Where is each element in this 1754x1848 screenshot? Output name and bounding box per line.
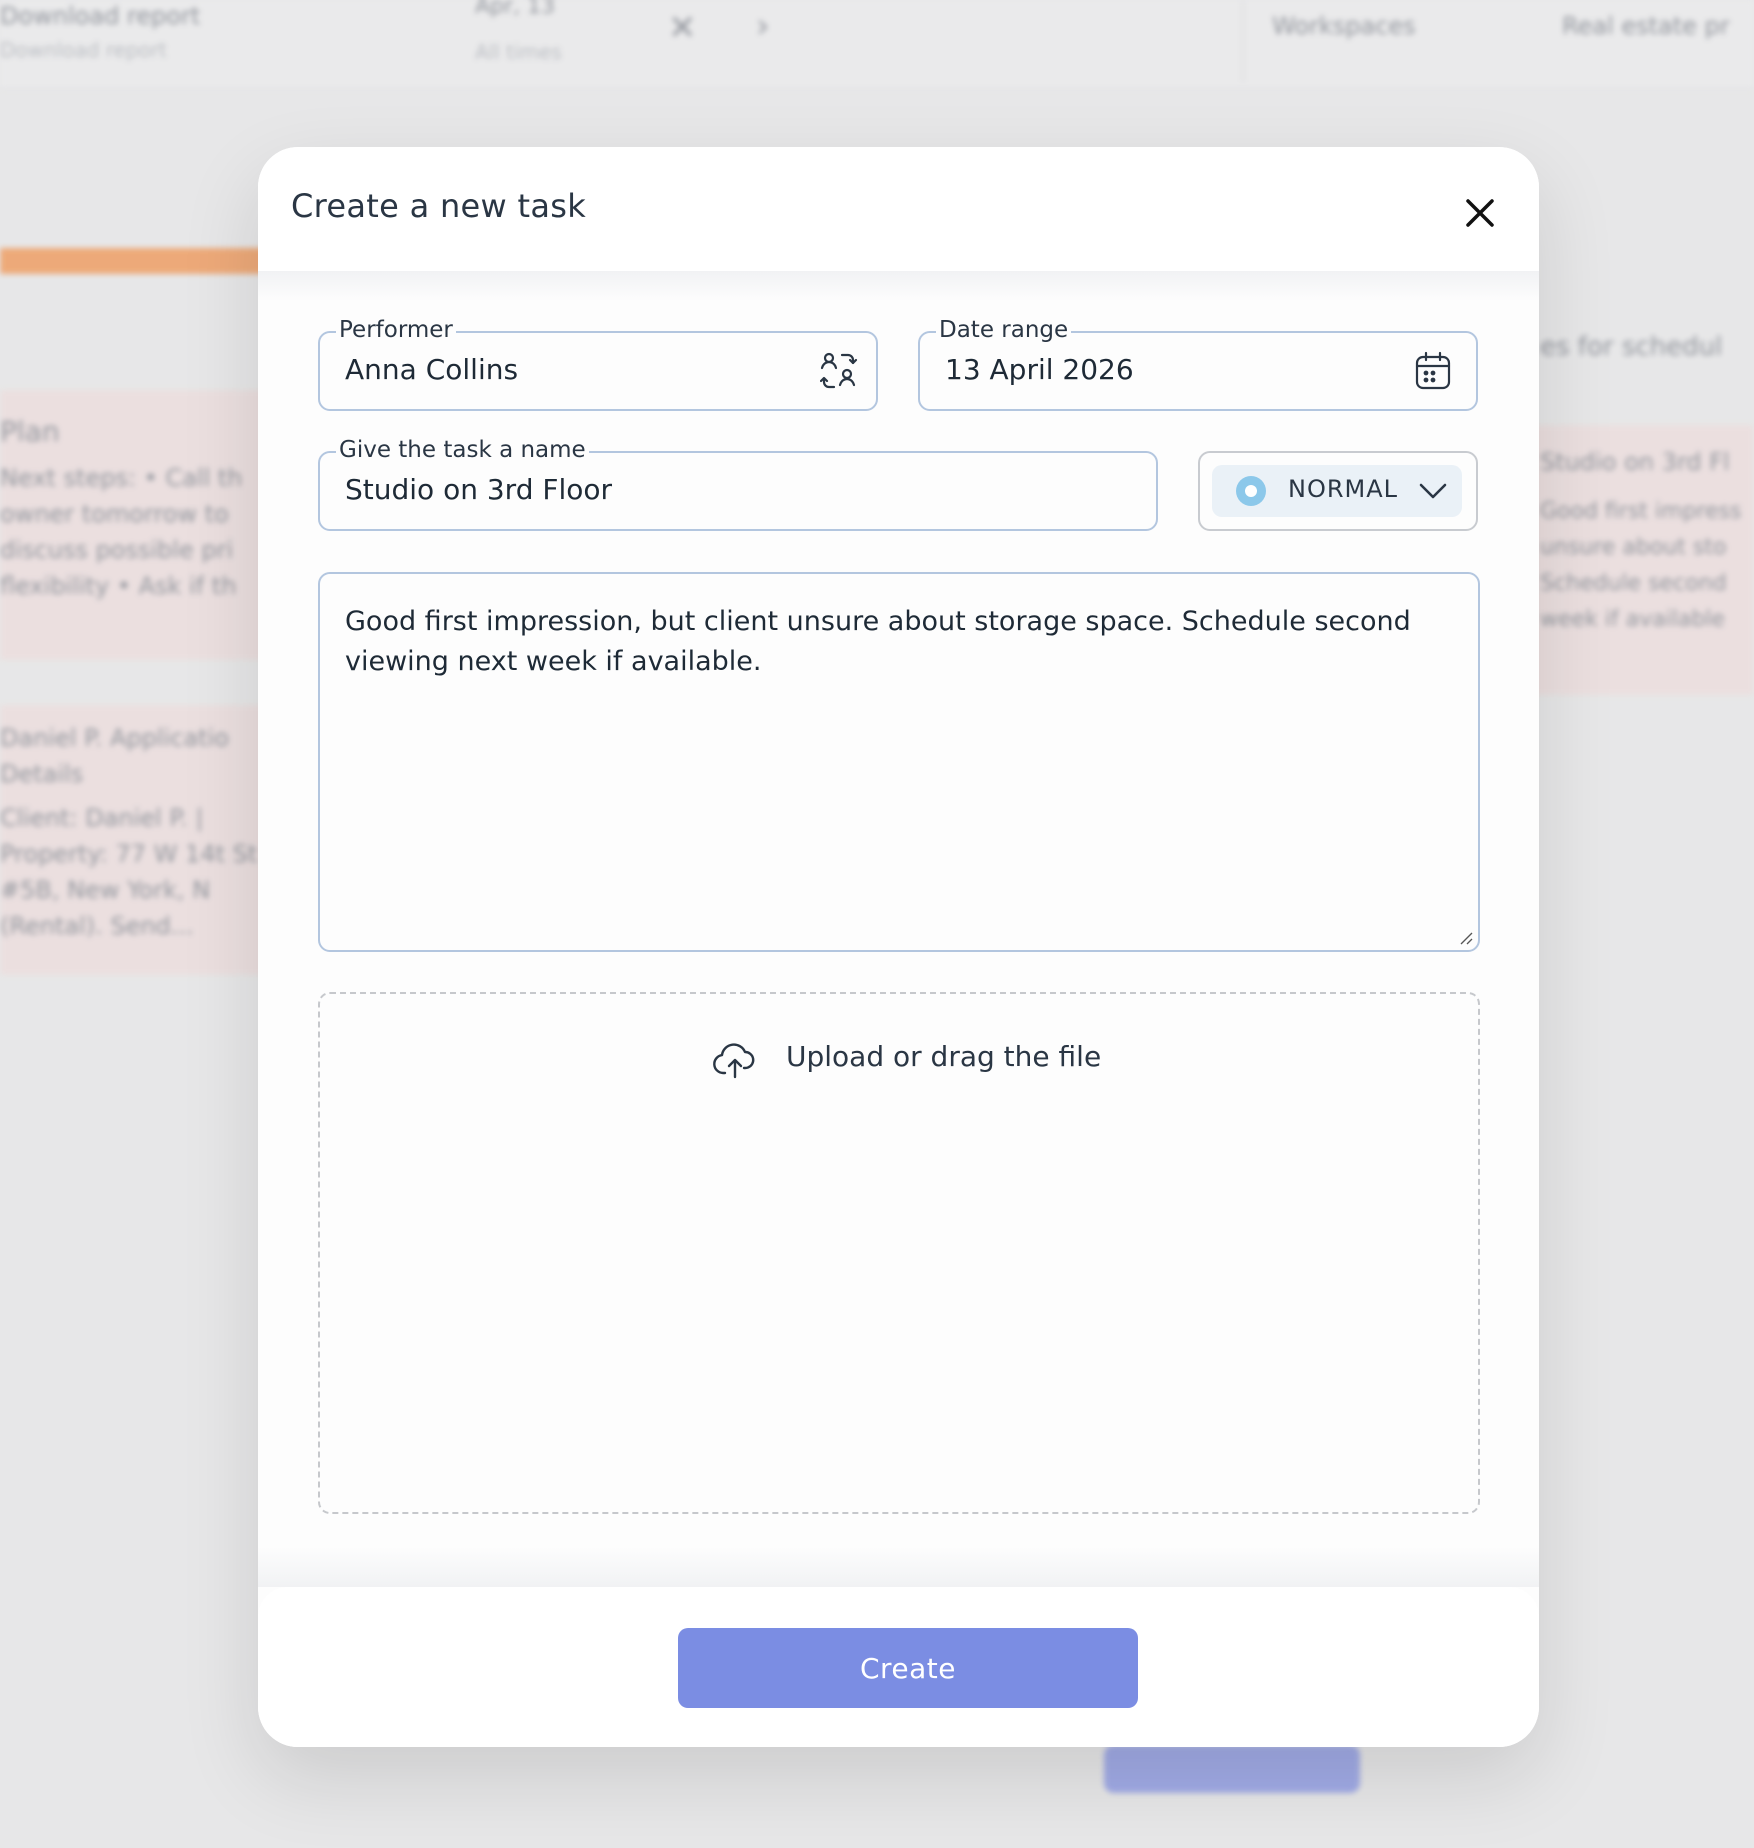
calendar-icon[interactable] [1414,351,1452,395]
description-textarea[interactable]: Good first impression, but client unsure… [318,572,1480,952]
modal-header: Create a new task [258,147,1539,271]
bg-workspaces: Workspaces [1272,12,1416,40]
bg-card-text: Client: Daniel P. | Property: 77 W 14t S… [0,804,258,940]
bg-date: Apr, 13 [475,0,556,19]
bg-card-title: Daniel P. Applicatio Details [0,724,230,788]
bg-hint: es for schedul [1540,332,1723,362]
cloud-upload-icon [713,1043,755,1079]
bg-report-subtitle: Download report [0,38,167,62]
description-text: Good first impression, but client unsure… [345,606,1411,677]
chevron-down-icon [1419,483,1447,499]
priority-select[interactable]: NORMAL [1198,451,1478,531]
performer-value: Anna Collins [345,353,519,386]
create-button[interactable]: Create [678,1628,1138,1708]
performer-label: Performer [336,316,456,344]
bg-realestate: Real estate pr [1562,12,1730,40]
priority-badge: NORMAL [1212,465,1462,517]
swap-users-icon[interactable] [819,351,858,395]
header-shadow [258,271,1539,301]
modal-title: Create a new task [291,187,587,225]
close-button[interactable] [1458,191,1502,235]
bg-progress-bar [0,248,270,274]
date-range-label: Date range [936,316,1072,344]
create-task-modal: Create a new task Performer Anna Collins… [258,147,1539,1747]
background-topbar [0,0,1754,89]
close-icon [1466,199,1494,227]
bg-chevron-icon: › [756,6,770,46]
bg-button [1104,1745,1360,1793]
file-upload-dropzone[interactable]: Upload or drag the file [318,992,1480,1514]
upload-label: Upload or drag the file [786,1040,1102,1073]
priority-dot-icon [1236,476,1266,506]
bg-divider [1242,0,1244,82]
task-name-field[interactable]: Give the task a name Studio on 3rd Floor [318,436,1158,531]
date-range-value: 13 April 2026 [945,353,1134,386]
bg-time: All times [475,40,562,64]
priority-value: NORMAL [1288,475,1399,503]
resize-handle-icon[interactable] [1458,930,1474,946]
performer-field[interactable]: Performer Anna Collins [318,316,878,411]
bg-close-icon: ✕ [668,8,697,48]
task-name-value[interactable]: Studio on 3rd Floor [345,473,612,506]
bg-card-text: Next steps: • Call th owner tomorrow to … [0,464,243,600]
date-range-field[interactable]: Date range 13 April 2026 [918,316,1478,411]
footer-shadow [258,1547,1539,1587]
bg-card-text: Good first impress unsure about sto Sche… [1540,499,1742,632]
task-name-label: Give the task a name [336,436,589,464]
bg-card-title: Studio on 3rd Fl [1540,448,1730,476]
bg-card-title: Plan [0,415,60,448]
bg-report-title: Download report [0,2,201,30]
